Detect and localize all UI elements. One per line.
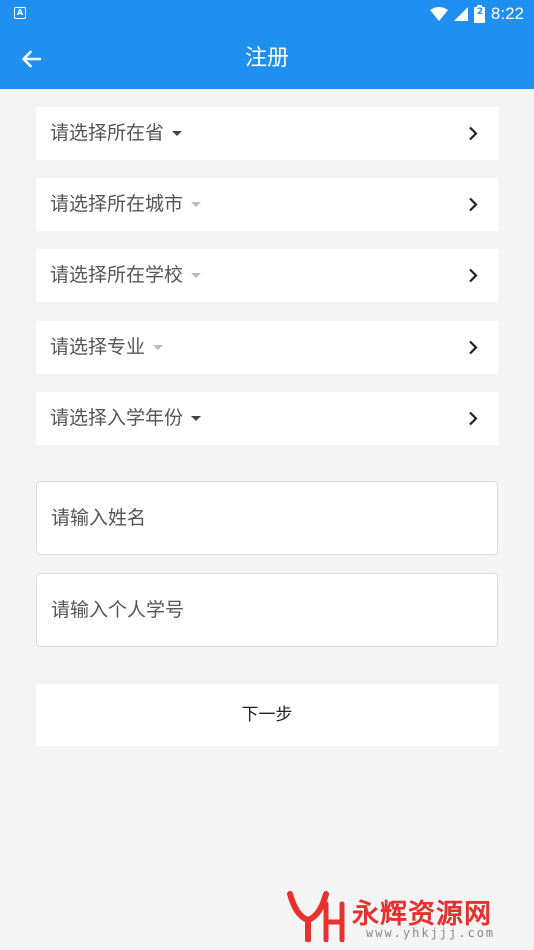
- notification-icon: A: [14, 7, 26, 19]
- chevron-right-icon: [469, 268, 478, 283]
- caret-down-icon: [191, 202, 202, 207]
- student-id-field: [36, 573, 498, 647]
- signal-icon: [453, 7, 468, 21]
- school-select[interactable]: 请选择所在学校: [36, 249, 498, 302]
- caret-down-icon: [191, 273, 202, 278]
- province-select[interactable]: 请选择所在省: [36, 107, 498, 160]
- battery-icon: 2: [473, 5, 485, 23]
- chevron-right-icon: [469, 340, 478, 355]
- watermark: 永辉资源网 www.yhkjjj.com: [286, 888, 526, 946]
- name-field: [36, 481, 498, 555]
- major-select-label: 请选择专业: [50, 336, 146, 358]
- status-time: 8:22: [490, 4, 524, 23]
- enrollment-year-select[interactable]: 请选择入学年份: [36, 392, 498, 445]
- chevron-right-icon: [469, 126, 478, 141]
- major-select[interactable]: 请选择专业: [36, 321, 498, 374]
- page-title: 注册: [244, 46, 289, 71]
- status-bar: A 2 8:22: [0, 0, 534, 28]
- battery-charge-badge: 2: [476, 7, 484, 17]
- app-bar: 注册: [0, 28, 534, 89]
- student-id-input[interactable]: [37, 574, 497, 646]
- name-input[interactable]: [37, 482, 497, 554]
- province-select-label: 请选择所在省: [50, 122, 165, 144]
- arrow-left-icon: [22, 50, 41, 68]
- city-select-label: 请选择所在城市: [50, 193, 184, 215]
- next-step-button[interactable]: 下一步: [36, 684, 498, 746]
- city-select[interactable]: 请选择所在城市: [36, 178, 498, 231]
- caret-down-icon: [153, 345, 164, 350]
- watermark-url: www.yhkjjj.com: [366, 926, 496, 940]
- school-select-label: 请选择所在学校: [50, 264, 184, 286]
- watermark-logo-icon: [287, 891, 345, 942]
- chevron-right-icon: [469, 411, 478, 426]
- wifi-icon: [429, 7, 448, 21]
- back-button[interactable]: [14, 42, 48, 76]
- caret-down-icon: [191, 416, 202, 421]
- chevron-right-icon: [469, 197, 478, 212]
- enrollment-year-select-label: 请选择入学年份: [50, 407, 184, 429]
- status-icons: 2 8:22: [429, 3, 524, 25]
- caret-down-icon: [172, 131, 183, 136]
